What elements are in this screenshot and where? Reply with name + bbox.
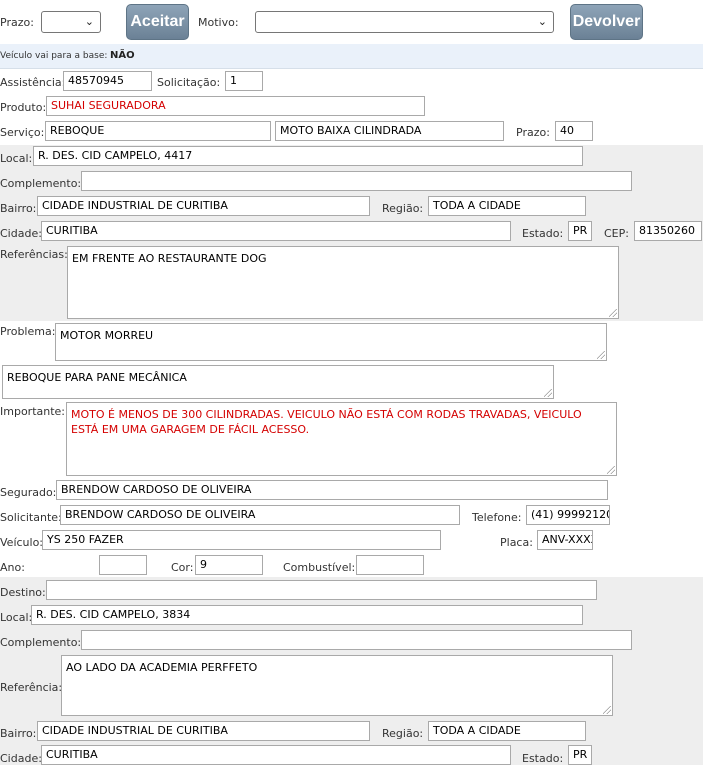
origin-referencias-textarea[interactable]: EM FRENTE AO RESTAURANTE DOG [67, 246, 619, 319]
prazo-minutes-field[interactable]: 40 [555, 121, 593, 141]
destino-field[interactable] [46, 580, 597, 600]
ano-field[interactable] [99, 555, 147, 575]
servico-label: Serviço: [0, 126, 45, 139]
ano-label: Ano: [0, 561, 25, 574]
assistencia-label: Assistência: [0, 76, 66, 89]
solicitacao-label: Solicitação: [157, 76, 221, 89]
origin-cep-field[interactable]: 81350260 [634, 221, 702, 241]
dest-cidade-field[interactable]: CURITIBA [41, 745, 511, 765]
dest-local-label: Local: [0, 611, 33, 624]
origin-regiao-field[interactable]: TODA A CIDADE [428, 196, 586, 216]
servico-detail-field[interactable]: MOTO BAIXA CILINDRADA [275, 121, 504, 141]
solicitante-label: Solicitante: [0, 511, 62, 524]
devolver-button[interactable]: Devolver [570, 4, 643, 40]
destino-label: Destino: [0, 586, 46, 599]
dest-referencia-label: Referência: [0, 681, 63, 694]
solicitante-field[interactable]: BRENDOW CARDOSO DE OLIVEIRA [60, 505, 460, 525]
importante-label: Importante: [0, 405, 66, 418]
prazo-select[interactable]: ⌄ [41, 11, 101, 33]
dest-estado-label: Estado: [522, 752, 564, 765]
placa-label: Placa: [500, 536, 533, 549]
produto-field[interactable]: SUHAI SEGURADORA [46, 96, 425, 116]
problema-textarea[interactable]: MOTOR MORREU [55, 323, 607, 361]
problema-extra-textarea[interactable]: REBOQUE PARA PANE MECÂNICA [2, 365, 554, 399]
dest-bairro-label: Bairro: [0, 727, 37, 740]
combustivel-label: Combustível: [283, 561, 356, 574]
chevron-down-icon: ⌄ [84, 15, 94, 28]
dest-complemento-field[interactable] [81, 630, 632, 650]
origin-estado-field[interactable]: PR [568, 221, 592, 241]
dest-local-field[interactable]: R. DES. CID CAMPELO, 3834 [31, 605, 583, 625]
combustivel-field[interactable] [356, 555, 424, 575]
servico-field[interactable]: REBOQUE [45, 121, 271, 141]
origin-complemento-field[interactable] [81, 171, 632, 191]
dest-bairro-field[interactable]: CIDADE INDUSTRIAL DE CURITIBA [37, 721, 370, 741]
base-notice: Veículo vai para a base: NÃO [0, 44, 703, 69]
prazo-label: Prazo: [0, 16, 34, 29]
dest-estado-field[interactable]: PR [568, 745, 592, 765]
origin-local-label: Local: [0, 152, 33, 165]
produto-label: Produto: [0, 101, 47, 114]
motivo-select[interactable]: ⌄ [255, 11, 554, 33]
importante-textarea[interactable]: MOTO É MENOS DE 300 CILINDRADAS. VEICULO… [66, 402, 617, 476]
prazo-minutes-label: Prazo: [516, 126, 550, 139]
dest-regiao-label: Região: [382, 727, 424, 740]
origin-bairro-label: Bairro: [0, 202, 37, 215]
dest-regiao-field[interactable]: TODA A CIDADE [428, 721, 586, 741]
origin-regiao-label: Região: [382, 202, 424, 215]
origin-bairro-field[interactable]: CIDADE INDUSTRIAL DE CURITIBA [37, 196, 370, 216]
telefone-label: Telefone: [472, 511, 522, 524]
veiculo-field[interactable]: YS 250 FAZER [42, 530, 441, 550]
segurado-label: Segurado: [0, 486, 57, 499]
dest-referencia-textarea[interactable]: AO LADO DA ACADEMIA PERFFETO [61, 655, 613, 716]
origin-complemento-label: Complemento: [0, 177, 82, 190]
veiculo-label: Veículo: [0, 536, 44, 549]
segurado-field[interactable]: BRENDOW CARDOSO DE OLIVEIRA [56, 480, 608, 500]
origin-referencias-label: Referências: [0, 248, 68, 261]
solicitacao-field[interactable]: 1 [225, 71, 263, 91]
telefone-field[interactable]: (41) 999921203 [526, 505, 610, 525]
origin-estado-label: Estado: [522, 227, 564, 240]
problema-label: Problema: [0, 325, 56, 338]
chevron-down-icon: ⌄ [537, 15, 547, 28]
dest-complemento-label: Complemento: [0, 636, 82, 649]
motivo-label: Motivo: [198, 16, 239, 29]
origin-cep-label: CEP: [604, 227, 629, 240]
origin-local-field[interactable]: R. DES. CID CAMPELO, 4417 [33, 146, 583, 166]
assistencia-field[interactable]: 48570945 [63, 71, 152, 91]
base-notice-value: NÃO [110, 50, 135, 61]
origin-cidade-field[interactable]: CURITIBA [41, 221, 511, 241]
base-notice-label: Veículo vai para a base: [0, 51, 108, 61]
aceitar-button[interactable]: Aceitar [126, 4, 189, 40]
cor-field[interactable]: 9 [195, 555, 263, 575]
placa-field[interactable]: ANV-XXXX [537, 530, 593, 550]
origin-cidade-label: Cidade: [0, 227, 42, 240]
cor-label: Cor: [171, 561, 194, 574]
dest-cidade-label: Cidade: [0, 752, 42, 765]
